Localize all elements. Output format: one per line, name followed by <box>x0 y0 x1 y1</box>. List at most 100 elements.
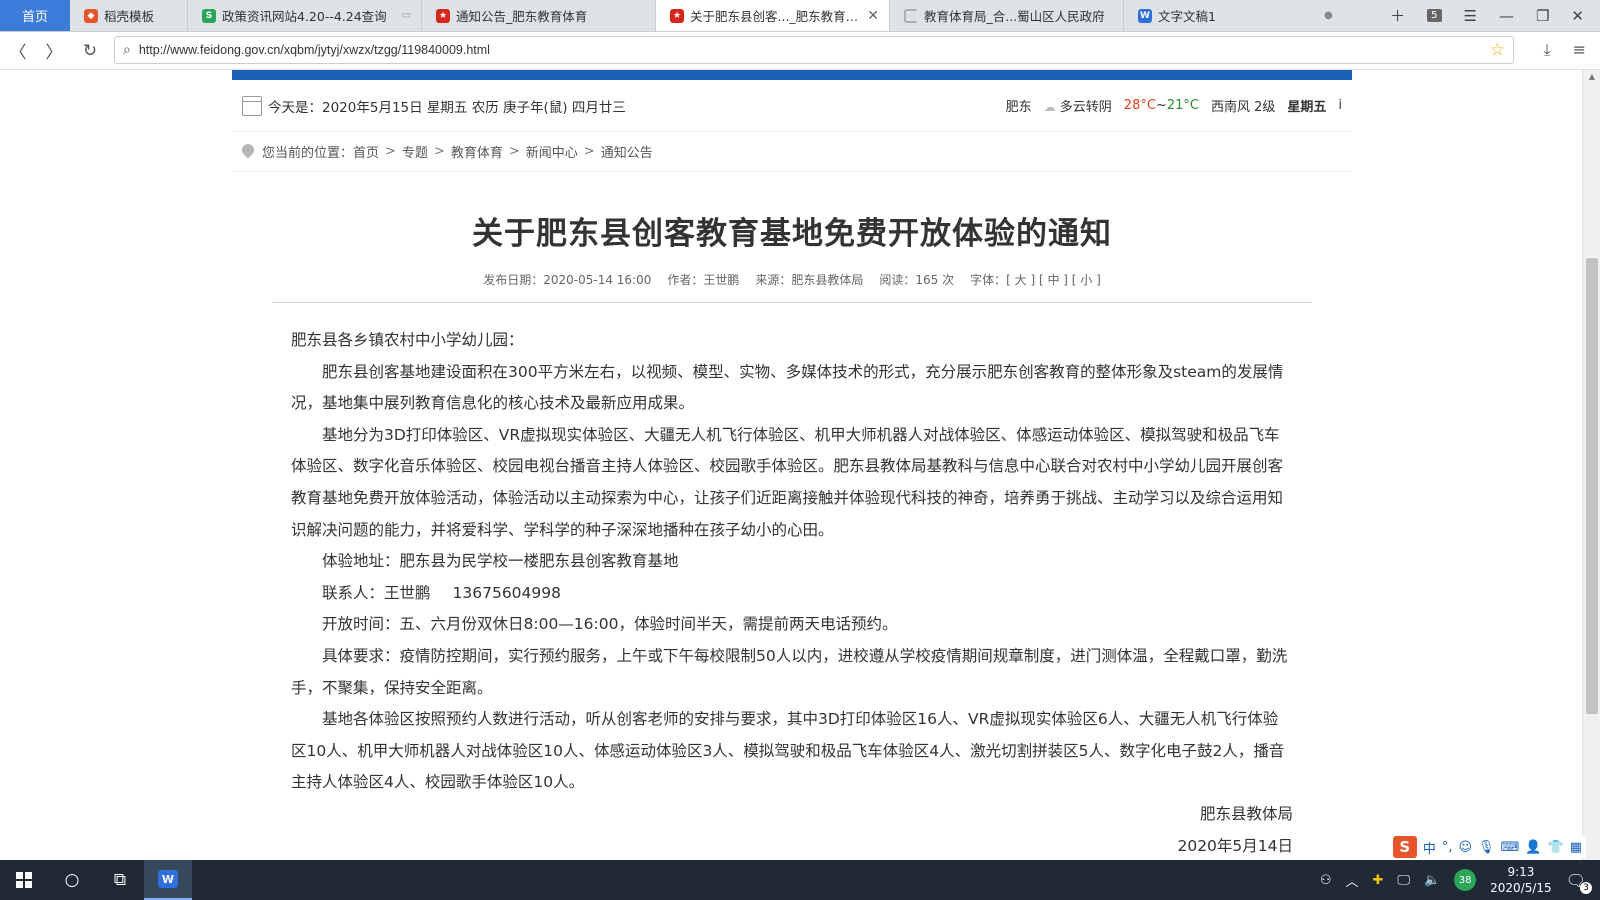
weekday: 星期五 <box>1287 100 1327 115</box>
s-sheet-icon: S <box>202 8 216 23</box>
keyboard-icon[interactable]: ⌨ <box>1501 840 1520 855</box>
paragraph-requirements: 具体要求：疫情防控期间，实行预约服务，上午或下午每校限制50人以内，进校遵从学校… <box>291 646 1288 697</box>
security-icon[interactable]: ✚ <box>1373 873 1384 888</box>
breadcrumb-sep: > <box>583 144 595 159</box>
wps-icon: W <box>1138 8 1152 23</box>
start-button[interactable] <box>0 860 48 900</box>
windows-icon <box>16 872 32 888</box>
chevron-up-icon[interactable]: ︿ <box>1346 871 1359 890</box>
menu-list-icon[interactable]: ☰ <box>1464 7 1477 25</box>
web-page: 今天是：2020年5月15日 星期五 农历 庚子年(鼠) 四月廿三 肥东 ☁ 多… <box>0 70 1582 860</box>
calendar-icon <box>242 95 262 116</box>
loading-icon <box>904 8 918 23</box>
breadcrumb-education[interactable]: 教育体育 <box>451 142 503 161</box>
system-tray: ⚇ ︿ ✚ 🖵 🔈 38 9:13 2020/5/15 🗨 3 <box>1320 864 1600 896</box>
docer-icon: ◆ <box>84 8 98 23</box>
ime-lang[interactable]: 中 <box>1423 838 1436 857</box>
breadcrumb-prefix: 您当前的位置： <box>262 146 354 161</box>
tab-label: 政策资讯网站4.20--4.24查询 <box>222 9 387 24</box>
notification-icon[interactable]: 🗨 3 <box>1566 871 1592 894</box>
clock-date: 2020/5/15 <box>1490 881 1552 895</box>
article-title: 关于肥东县创客教育基地免费开放体验的通知 <box>472 216 1112 252</box>
grid-icon[interactable]: ▦ <box>1570 840 1582 855</box>
author: 作者：王世鹏 <box>667 273 740 287</box>
search-button[interactable]: ○ <box>48 860 96 900</box>
contact-phone: 13675604998 <box>452 583 561 602</box>
address-bar[interactable]: ⌕ http://www.feidong.gov.cn/xqbm/jytyj/x… <box>114 36 1514 64</box>
scroll-thumb[interactable] <box>1586 258 1598 714</box>
notification-count: 3 <box>1580 881 1592 894</box>
reload-icon[interactable]: ↻ <box>72 41 108 61</box>
task-view-button[interactable]: ⧉ <box>96 860 144 900</box>
tab-count-badge[interactable]: 5 <box>1427 9 1442 22</box>
weather-overflow: i <box>1338 98 1342 113</box>
menu-icon[interactable]: ≡ <box>1573 40 1586 60</box>
skin-icon[interactable]: 👕 <box>1548 840 1564 855</box>
search-icon: ⌕ <box>123 42 131 58</box>
scroll-up-icon[interactable]: ▲ <box>1583 72 1600 81</box>
user-icon[interactable]: 👤 <box>1525 840 1541 855</box>
location-pin-icon <box>242 144 254 160</box>
paragraph-contact: 联系人：王世鹏 13675604998 <box>322 583 561 602</box>
new-tab-icon[interactable]: ＋ <box>1390 5 1405 26</box>
taskbar-wps-browser[interactable]: W <box>144 860 192 900</box>
toolbar-right: ⤓ ≡ <box>1544 40 1586 60</box>
wind: 西南风 2级 <box>1210 100 1276 115</box>
forward-icon[interactable]: 〉 <box>36 38 72 63</box>
paragraph-zones: 基地分为3D打印体验区、VR虚拟现实体验区、大疆无人机飞行体验区、机甲大师机器人… <box>291 425 1284 539</box>
tab-home[interactable]: 首页 <box>0 0 70 31</box>
clock[interactable]: 9:13 2020/5/15 <box>1490 864 1552 896</box>
breadcrumb-notices[interactable]: 通知公告 <box>601 142 653 161</box>
tab-notice-list[interactable]: ★ 通知公告_肥东教育体育 <box>422 0 656 31</box>
ime-punct[interactable]: °, <box>1442 840 1453 855</box>
network-icon[interactable]: 🖵 <box>1397 873 1410 888</box>
close-icon[interactable]: ✕ <box>867 8 879 24</box>
article-meta: 发布日期：2020-05-14 16:00 作者：王世鹏 来源：肥东县教体局 阅… <box>232 271 1352 288</box>
download-icon[interactable]: ⤓ <box>1544 40 1551 60</box>
page-scrollbar[interactable]: ▲ <box>1582 70 1600 860</box>
tab-policy-sheet[interactable]: S 政策资讯网站4.20--4.24查询 ▭ <box>188 0 422 31</box>
tab-shushan-gov[interactable]: 教育体育局_合...蜀山区人民政府 <box>890 0 1124 31</box>
source: 来源：肥东县教体局 <box>755 273 864 287</box>
breadcrumb-home[interactable]: 首页 <box>353 142 379 161</box>
search-circle-icon: ○ <box>64 870 80 890</box>
restore-icon[interactable]: ❐ <box>1536 7 1549 25</box>
breadcrumb-topic[interactable]: 专题 <box>402 142 428 161</box>
paragraph-intro: 肥东县创客基地建设面积在300平方米左右，以视频、模型、实物、多媒体技术的形式，… <box>291 362 1284 413</box>
breadcrumb-news[interactable]: 新闻中心 <box>526 142 578 161</box>
window-close-icon[interactable]: ✕ <box>1571 7 1584 25</box>
tab-label: 通知公告_肥东教育体育 <box>456 9 588 24</box>
breadcrumb: 您当前的位置： 首页 > 专题 > 教育体育 > 新闻中心 > 通知公告 <box>232 132 1352 172</box>
font-size-switch[interactable]: 字体：[ 大 ] [ 中 ] [ 小 ] <box>970 271 1101 288</box>
ime-toolbar: S 中 °, ☺ 🎙 ⌨ 👤 👕 ▦ <box>1388 836 1586 858</box>
bookmark-star-icon[interactable]: ☆ <box>1490 40 1505 60</box>
volume-icon[interactable]: 🔈 <box>1424 873 1440 888</box>
tab-label: 文字文稿1 <box>1158 9 1216 24</box>
tab-dot-icon: ● <box>1324 10 1333 21</box>
minimize-icon[interactable]: — <box>1499 7 1514 25</box>
back-icon[interactable]: 〈 <box>0 38 36 63</box>
cloud-icon: ☁ <box>1043 100 1056 114</box>
tab-current-article[interactable]: ★ 关于肥东县创客..._肥东教育体育 ✕ <box>656 0 890 31</box>
task-view-icon: ⧉ <box>113 870 127 890</box>
emblem-icon: ★ <box>436 8 450 23</box>
window-controls: ＋ 5 ☰ — ❐ ✕ <box>1390 0 1600 31</box>
tab-docer[interactable]: ◆ 稻壳模板 <box>70 0 188 31</box>
breadcrumb-sep: > <box>433 144 445 159</box>
microphone-icon[interactable]: 🎙 <box>1478 840 1495 855</box>
tab-wps-doc[interactable]: W 文字文稿1 <box>1124 0 1314 31</box>
content-container: 今天是：2020年5月15日 星期五 农历 庚子年(鼠) 四月廿三 肥东 ☁ 多… <box>232 70 1352 860</box>
url-text[interactable]: http://www.feidong.gov.cn/xqbm/jytyj/xwz… <box>139 43 1490 57</box>
people-icon[interactable]: ⚇ <box>1320 873 1332 888</box>
app-badge[interactable]: 38 <box>1454 869 1477 891</box>
signature: 肥东县教体局 <box>1199 804 1293 823</box>
clock-time: 9:13 <box>1507 865 1535 879</box>
emoji-icon[interactable]: ☺ <box>1458 840 1472 855</box>
view-count: 阅读：165 次 <box>879 273 955 287</box>
paragraph-quotas: 基地各体验区按照预约人数进行活动，听从创客老师的安排与要求，其中3D打印体验区1… <box>291 710 1285 792</box>
taskbar: ○ ⧉ W ⚇ ︿ ✚ 🖵 🔈 38 9:13 2020/5/15 🗨 3 <box>0 860 1600 900</box>
title-divider <box>272 302 1312 303</box>
sogou-ime-icon[interactable]: S <box>1392 836 1417 858</box>
breadcrumb-sep: > <box>385 144 396 159</box>
publish-date: 发布日期：2020-05-14 16:00 <box>483 273 652 287</box>
